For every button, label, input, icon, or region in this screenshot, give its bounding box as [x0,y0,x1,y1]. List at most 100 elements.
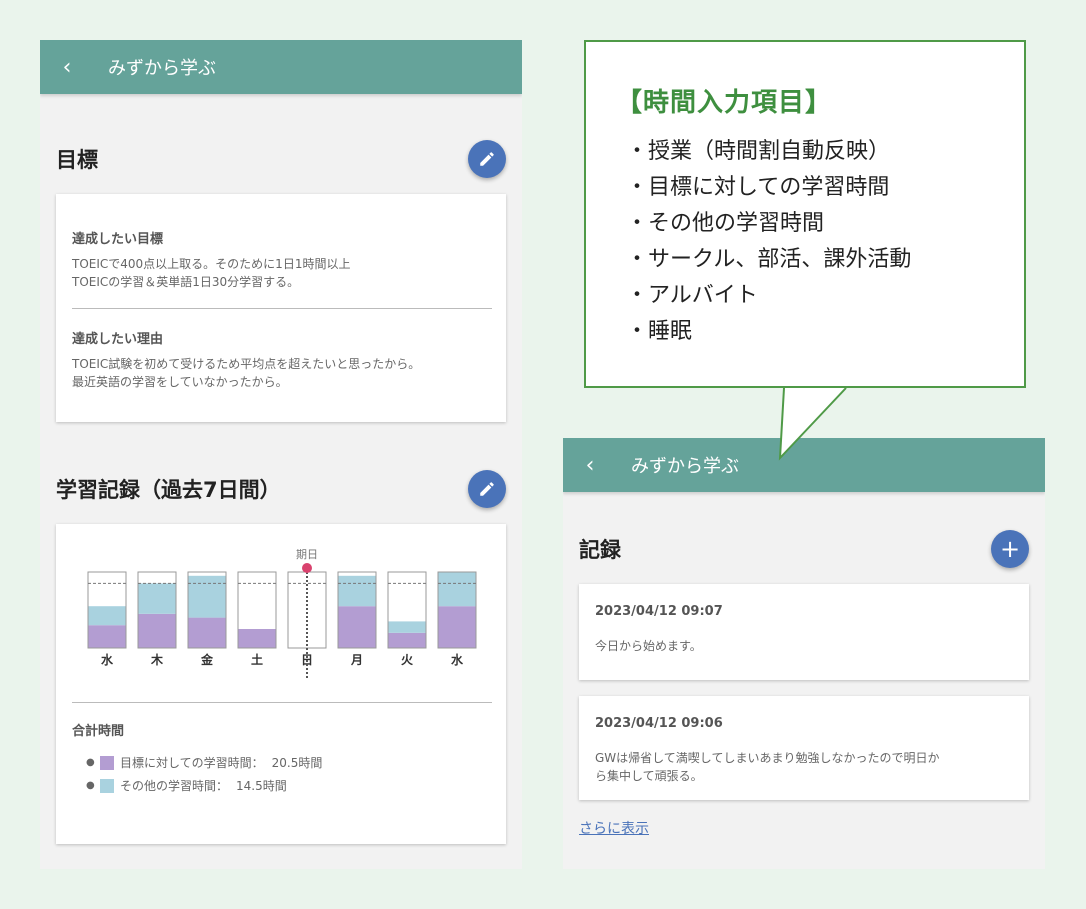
record-date: 2023/04/12 09:06 [595,716,723,731]
bullet-icon: ・ [626,247,649,272]
study-time-chart: 水木金土日月火水期日 [87,548,477,678]
bar-other-segment [138,583,176,614]
callout-item: ・アルバイト [626,278,911,314]
reason-text-line: 最近英語の学習をしていなかったから。 [72,375,288,389]
record-item[interactable]: 2023/04/12 09:06 GWは帰省して満喫してしまいあまり勉強しなかっ… [579,696,1029,800]
goal-text-line: TOEICで400点以上取る。そのために1日1時間以上 [72,257,351,271]
bullet-icon: ・ [626,139,649,164]
callout-item: ・目標に対しての学習時間 [626,170,911,206]
callout-list: ・授業（時間割自動反映） ・目標に対しての学習時間 ・その他の学習時間 ・サーク… [626,134,911,350]
bar-goal-segment [238,629,276,648]
callout-item-text: 目標に対しての学習時間 [648,175,890,200]
goal-card: 達成したい目標 TOEICで400点以上取る。そのために1日1時間以上 TOEI… [56,194,506,422]
record-text: 今日から始めます。 [595,637,723,655]
bar-goal-segment [338,606,376,648]
bar-goal-segment [88,625,126,648]
callout-item-text: 授業（時間割自動反映） [648,139,891,164]
day-label: 金 [200,652,214,667]
record-text: GWは帰省して満喫してしまいあまり勉強しなかったので明日か ら集中して頑張る。 [595,749,939,785]
bar-other-segment [188,575,226,618]
reason-text-line: TOEIC試験を初めて受けるため平均点を超えたいと思ったから。 [72,357,421,371]
goal-section-title: 目標 [56,148,98,172]
record-date: 2023/04/12 09:07 [595,604,723,619]
callout-title: 【時間入力項目】 [616,88,833,118]
bar-other-segment [338,575,376,607]
legend-swatch-goal [100,755,114,770]
bullet-icon: ・ [626,211,649,236]
record-text-line: 今日から始めます。 [595,639,702,653]
plus-icon: + [999,535,1021,563]
goal-label: 達成したい目標 [72,232,164,247]
app-title: みずから学ぶ [108,58,216,79]
legend-label: その他の学習時間： [120,779,229,793]
legend-label: 目標に対しての学習時間： [120,756,264,770]
bullet-icon: ● [86,757,95,768]
divider [72,702,492,703]
bullet-icon: ・ [626,283,649,308]
edit-log-button[interactable] [468,470,506,508]
bar-goal-segment [188,617,226,648]
goal-text: TOEICで400点以上取る。そのために1日1時間以上 TOEICの学習＆英単語… [72,255,350,291]
bar-goal-segment [388,632,426,648]
legend-value: 14.5時間 [236,779,287,793]
deadline-label: 期日 [296,548,318,561]
pencil-icon [480,152,494,166]
pencil-icon [480,482,494,496]
day-label: 月 [350,653,363,667]
callout-item: ・授業（時間割自動反映） [626,134,911,170]
edit-goal-button[interactable] [468,140,506,178]
day-label: 水 [451,652,464,667]
goal-text-line: TOEICの学習＆英単語1日30分学習する。 [72,275,300,289]
records-screen: ‹ みずから学ぶ 記録 + 2023/04/12 09:07 今日から始めます。… [563,438,1045,869]
study-log-card: 水木金土日月火水期日 合計時間 ● 目標に対しての学習時間： 20.5時間 ● … [56,524,506,844]
record-item[interactable]: 2023/04/12 09:07 今日から始めます。 [579,584,1029,680]
callout-item: ・睡眠 [626,314,911,350]
record-text-line: GWは帰省して満喫してしまいあまり勉強しなかったので明日か [595,751,940,765]
back-button[interactable]: ‹ [40,55,94,80]
callout-item: ・その他の学習時間 [626,206,911,242]
log-section-header: 学習記録（過去7日間） [56,470,506,508]
legend-item-goal: ● 目標に対しての学習時間： 20.5時間 [86,754,322,771]
app-bar: ‹ みずから学ぶ [40,40,522,94]
legend-value: 20.5時間 [271,756,323,770]
callout-item-text: アルバイト [648,283,758,308]
callout-item: ・サークル、部活、課外活動 [626,242,911,278]
day-label: 水 [101,652,114,667]
bar-goal-segment [438,606,476,648]
bar-other-segment [88,606,126,626]
main-screen: ‹ みずから学ぶ 目標 達成したい目標 TOEICで400点以上取る。そのために… [40,40,522,869]
goal-section-header: 目標 [56,140,506,178]
records-section-title: 記録 [579,538,621,562]
callout-box: 【時間入力項目】 ・授業（時間割自動反映） ・目標に対しての学習時間 ・その他の… [584,40,1026,388]
record-text-line: ら集中して頑張る。 [595,769,703,783]
day-label: 火 [401,653,414,667]
day-label: 木 [150,652,164,667]
reason-label: 達成したい理由 [72,332,164,347]
callout-item-text: 睡眠 [648,319,693,344]
chart-legend: ● 目標に対しての学習時間： 20.5時間 ● その他の学習時間： 14.5時間 [86,748,322,794]
legend-item-other: ● その他の学習時間： 14.5時間 [86,777,322,794]
add-record-button[interactable]: + [991,530,1029,568]
goal-item: 達成したい目標 TOEICで400点以上取る。そのために1日1時間以上 TOEI… [72,228,350,291]
day-label: 土 [251,652,263,667]
callout-pointer [778,386,847,461]
reason-text: TOEIC試験を初めて受けるため平均点を超えたいと思ったから。 最近英語の学習を… [72,355,420,391]
log-section-title: 学習記録（過去7日間） [56,478,281,502]
total-time-label: 合計時間 [72,724,125,739]
app-title: みずから学ぶ [631,456,739,477]
callout-item-text: サークル、部活、課外活動 [648,247,912,272]
deadline-marker [302,563,312,573]
legend-swatch-other [100,778,114,793]
bullet-icon: ・ [626,175,649,200]
bullet-icon: ● [86,780,95,791]
bar-other-segment [388,621,426,633]
bar-other-segment [438,572,476,607]
show-more-link[interactable]: さらに表示 [579,818,649,838]
bar-goal-segment [138,613,176,648]
records-section-header: 記録 + [579,530,1029,568]
divider [72,308,492,309]
reason-item: 達成したい理由 TOEIC試験を初めて受けるため平均点を超えたいと思ったから。 … [72,328,420,391]
bullet-icon: ・ [626,319,649,344]
back-button[interactable]: ‹ [563,453,617,478]
callout-item-text: その他の学習時間 [648,211,825,236]
